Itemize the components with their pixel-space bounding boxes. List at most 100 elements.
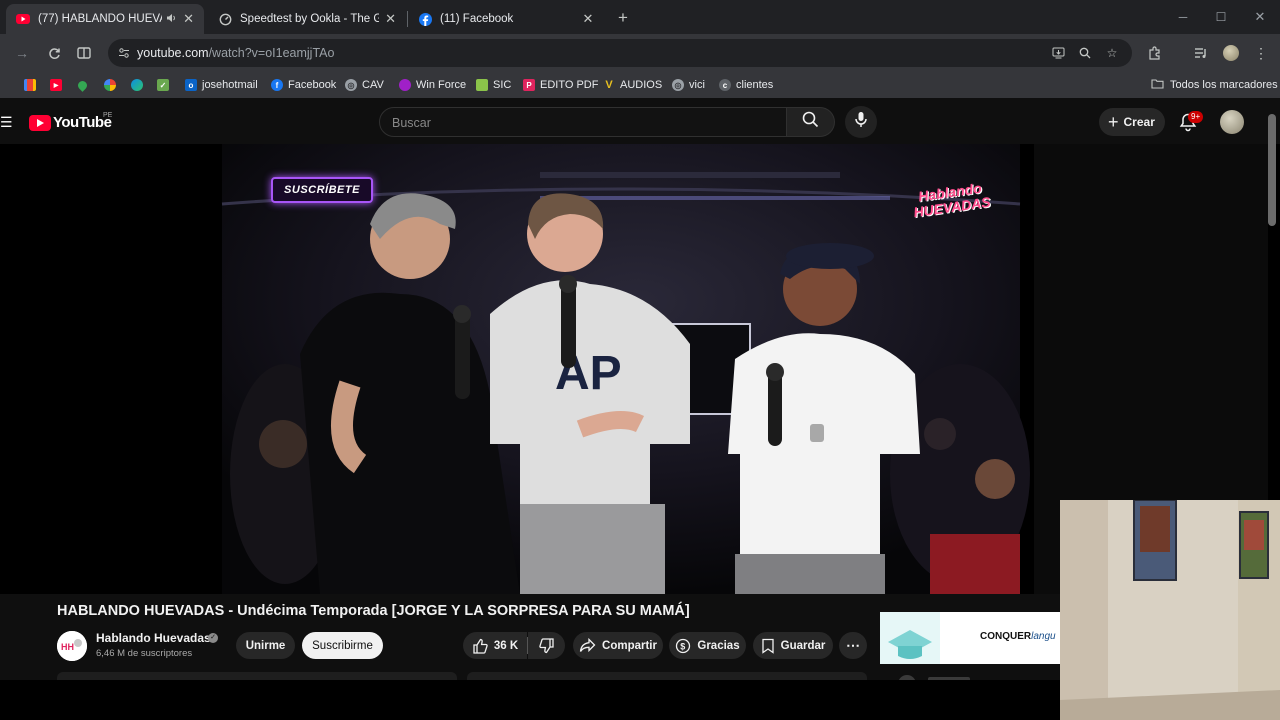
all-bookmarks-label: Todos los marcadores <box>1170 79 1278 91</box>
ad-logo-icon <box>880 612 940 664</box>
webcam-overlay <box>1060 500 1280 720</box>
video-player[interactable]: AP SUSCRÍBETE Hablando HUEVADAS <box>0 144 1034 594</box>
dislike-button[interactable] <box>528 632 565 659</box>
globe-icon: ◎ <box>345 79 357 91</box>
chrome-menu-icon[interactable]: ⋮ <box>1251 43 1271 63</box>
clientes-icon: c <box>719 79 731 91</box>
bookmarks-bar: ▶ ✓ o josehotmail f Facebook ◎ CAV Win F… <box>0 72 1280 98</box>
join-button[interactable]: Unirme <box>236 632 295 659</box>
tab-speedtest[interactable]: Speedtest by Ookla - The Global Broadban… <box>208 4 406 34</box>
page-scrollbar[interactable] <box>1268 114 1276 226</box>
bookmark-win-force[interactable]: Win Force <box>399 77 466 93</box>
forward-icon[interactable]: → <box>12 43 32 63</box>
ad-brand-suffix: langu <box>1031 631 1056 642</box>
save-button[interactable]: Guardar <box>753 632 833 659</box>
webcam-feed <box>1060 500 1280 720</box>
bookmark-maps[interactable] <box>76 77 92 93</box>
star-icon[interactable]: ☆ <box>1104 45 1120 61</box>
create-label: Crear <box>1123 115 1155 129</box>
facebook-icon <box>418 12 432 26</box>
sponsored-ad-card[interactable]: CONQUERlangu <box>880 612 1060 664</box>
more-actions-button[interactable]: ⋯ <box>839 632 867 659</box>
bookmark-edge[interactable] <box>131 77 148 93</box>
like-button[interactable]: 36 K <box>463 632 527 659</box>
bookmark-josehotmail[interactable]: o josehotmail <box>185 77 258 93</box>
bookmark-label: vici <box>689 79 705 91</box>
bookmark-label: josehotmail <box>202 79 258 91</box>
save-label: Guardar <box>780 639 826 652</box>
edge-icon <box>131 79 143 91</box>
close-tab-icon[interactable]: ✕ <box>385 11 396 27</box>
minimize-icon[interactable]: ─ <box>1173 8 1193 26</box>
menu-icon[interactable]: ☰ <box>0 114 13 130</box>
ad-brand-prefix: CONQUER <box>980 631 1032 642</box>
pdf-icon: P <box>523 79 535 91</box>
bookmark-label: Facebook <box>288 79 337 91</box>
browser-toolbar: → youtube.com/watch?v=oI1eamjjTAo ☆ ⋮ <box>0 34 1280 72</box>
thanks-button[interactable]: $ Gracias <box>669 632 746 659</box>
watermark-text: Hablando HUEVADAS <box>912 179 992 221</box>
outlook-icon: o <box>185 79 197 91</box>
share-button[interactable]: Compartir <box>573 632 663 659</box>
bookmark-gmail[interactable] <box>24 77 41 93</box>
bookmark-vici[interactable]: ◎ vici <box>672 77 705 93</box>
maps-icon <box>76 78 89 92</box>
bookmark-label: EDITO PDF <box>540 79 599 91</box>
gmail-icon <box>24 79 36 91</box>
split-view-icon[interactable] <box>74 43 94 63</box>
address-bar[interactable]: youtube.com/watch?v=oI1eamjjTAo ☆ <box>108 39 1132 67</box>
reload-icon[interactable] <box>44 43 64 63</box>
bookmark-clientes[interactable]: c clientes <box>719 77 773 93</box>
screen: (77) HABLANDO HUEVADAS - Undécima Tempor… <box>0 0 1280 720</box>
bookmark-edito-pdf[interactable]: P EDITO PDF <box>523 77 598 93</box>
bookmark-cav[interactable]: ◎ CAV <box>345 77 384 93</box>
thanks-label: Gracias <box>697 639 740 652</box>
save-playlist-icon <box>761 638 775 654</box>
ad-brand-text: CONQUERlangu <box>980 631 1056 642</box>
subscribe-button[interactable]: Suscribirme <box>302 632 383 659</box>
account-avatar[interactable] <box>1220 110 1244 134</box>
bookmark-facebook[interactable]: f Facebook <box>271 77 336 93</box>
youtube-logo[interactable]: YouTube PE <box>29 112 112 131</box>
new-tab-button[interactable]: + <box>612 7 634 29</box>
youtube-play-icon <box>29 114 51 131</box>
zoom-icon[interactable] <box>1077 45 1093 61</box>
winforce-icon <box>399 79 411 91</box>
thumbs-down-icon <box>538 637 555 654</box>
channel-avatar[interactable]: HH <box>57 631 87 661</box>
youtube-header: ☰ YouTube PE Buscar + Crear 9+ <box>0 102 1280 144</box>
extensions-icon[interactable] <box>1145 43 1165 63</box>
install-app-icon[interactable] <box>1050 45 1066 61</box>
profile-avatar-icon[interactable] <box>1221 43 1241 63</box>
create-button[interactable]: + Crear <box>1099 108 1165 136</box>
svg-text:$: $ <box>681 641 686 651</box>
all-bookmarks-button[interactable]: Todos los marcadores <box>1151 77 1278 93</box>
close-tab-icon[interactable]: ✕ <box>183 11 194 27</box>
speaker-icon[interactable] <box>166 13 177 26</box>
search-input[interactable]: Buscar <box>379 107 787 137</box>
close-tab-icon[interactable]: ✕ <box>580 11 596 27</box>
url-text[interactable]: youtube.com/watch?v=oI1eamjjTAo <box>137 46 334 60</box>
facebook-icon: f <box>271 79 283 91</box>
bookmark-label: SIC <box>493 79 512 91</box>
photos-icon <box>104 79 116 91</box>
search-button[interactable] <box>787 107 835 137</box>
bookmark-audios[interactable]: V AUDIOS <box>603 77 662 93</box>
bookmark-check[interactable]: ✓ <box>157 77 174 93</box>
voice-search-button[interactable] <box>845 106 877 138</box>
tab-facebook[interactable]: (11) Facebook ✕ <box>408 4 606 34</box>
svg-text:HH: HH <box>61 642 74 652</box>
share-label: Compartir <box>602 639 657 652</box>
comments-box-edge <box>467 672 867 680</box>
site-info-icon[interactable] <box>116 45 132 61</box>
tab-youtube[interactable]: (77) HABLANDO HUEVADAS - Undécima Tempor… <box>6 4 204 34</box>
channel-name[interactable]: Hablando Huevadas <box>96 631 211 645</box>
subscribe-overlay-text: SUSCRÍBETE <box>284 184 360 196</box>
maximize-icon[interactable]: ☐ <box>1211 8 1231 26</box>
bookmark-photos[interactable] <box>104 77 121 93</box>
bookmark-sic[interactable]: SIC <box>476 77 511 93</box>
bookmark-youtube[interactable]: ▶ <box>50 77 67 93</box>
media-controls-icon[interactable] <box>1191 43 1211 63</box>
search-icon <box>802 111 819 133</box>
window-close-icon[interactable]: ✕ <box>1250 8 1270 26</box>
